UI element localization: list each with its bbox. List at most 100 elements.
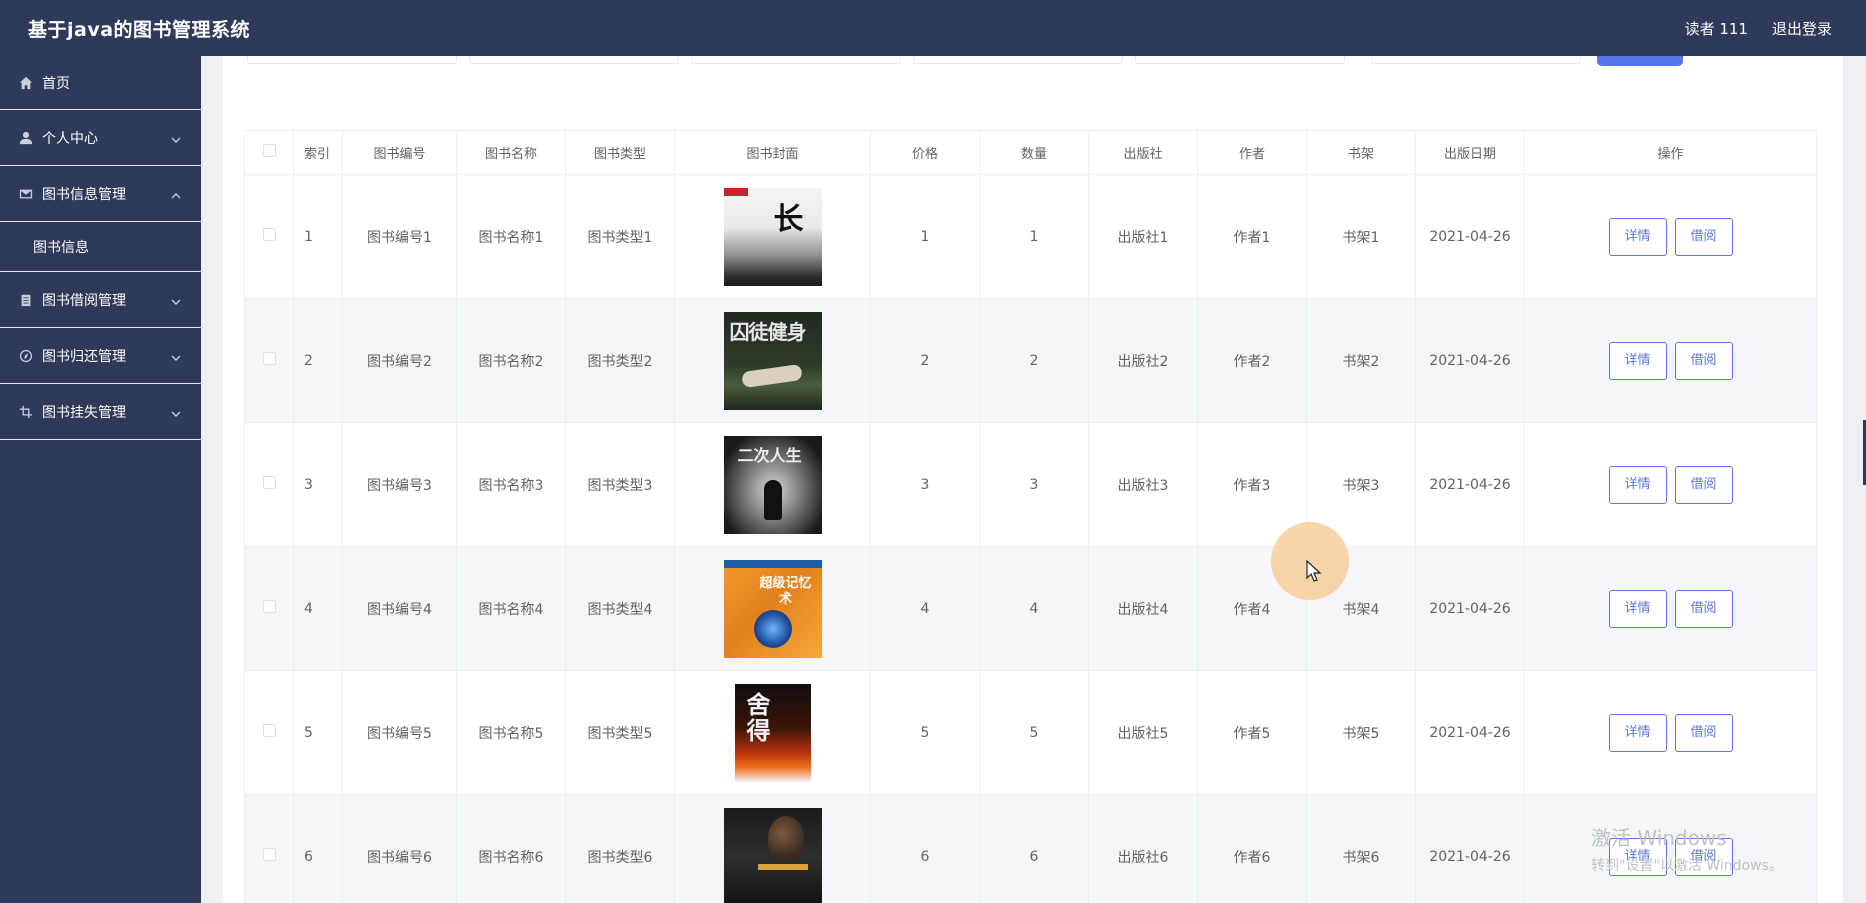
select-all-checkbox[interactable] — [262, 144, 276, 157]
borrow-button[interactable]: 借阅 — [1674, 589, 1733, 628]
cell-publisher: 出版社2 — [1088, 298, 1198, 423]
cell-date: 2021-04-26 — [1415, 174, 1525, 299]
cell-author: 作者1 — [1197, 174, 1307, 299]
chevron-up-icon — [171, 189, 181, 199]
sidebar-item-book-info-management[interactable]: 图书信息管理 — [0, 166, 201, 222]
book-cover-image: 超级记忆术 — [723, 559, 822, 658]
cell-book-code: 图书编号5 — [342, 670, 457, 795]
cell-date: 2021-04-26 — [1415, 298, 1525, 423]
logout-link[interactable]: 退出登录 — [1772, 18, 1832, 39]
cover-title: 舍得 — [746, 689, 771, 745]
borrow-button[interactable]: 借阅 — [1674, 465, 1733, 504]
windows-activation-watermark: 激活 Windows 转到"设置"以激活 Windows。 — [1591, 822, 1783, 875]
mail-icon — [18, 186, 34, 202]
table-row: 4 图书编号4 图书名称4 图书类型4 超级记忆术 4 4 出版社4 作者4 书… — [244, 546, 1817, 671]
row-checkbox[interactable] — [262, 228, 276, 241]
sidebar-item-return-management[interactable]: 图书归还管理 — [0, 328, 201, 384]
watermark-subtitle: 转到"设置"以激活 Windows。 — [1591, 858, 1783, 874]
sidebar-item-label: 个人中心 — [42, 130, 98, 147]
cell-book-name: 图书名称4 — [456, 546, 566, 671]
sidebar-item-label: 首页 — [42, 75, 70, 92]
book-cover-image: 二次人生 — [723, 435, 822, 534]
search-input[interactable] — [469, 56, 679, 64]
detail-button[interactable]: 详情 — [1608, 341, 1667, 380]
search-input[interactable] — [247, 56, 457, 64]
search-input[interactable] — [913, 56, 1123, 64]
cell-book-name: 图书名称5 — [456, 670, 566, 795]
column-header: 索引 — [293, 130, 343, 175]
current-user: 读者 111 — [1684, 19, 1748, 38]
sidebar-item-label: 图书信息 — [33, 239, 89, 256]
cell-cover: 长 — [674, 174, 871, 299]
cell-book-name: 图书名称6 — [456, 794, 566, 903]
borrow-button[interactable]: 借阅 — [1674, 713, 1733, 752]
cell-book-code: 图书编号3 — [342, 422, 457, 547]
cell-quantity: 1 — [979, 174, 1089, 299]
search-input[interactable] — [691, 56, 901, 64]
chevron-down-icon — [171, 295, 181, 305]
cell-quantity: 4 — [979, 546, 1089, 671]
cell-date: 2021-04-26 — [1415, 670, 1525, 795]
book-cover-image: 舍得 — [734, 683, 811, 782]
row-select-cell — [244, 422, 294, 547]
sidebar-subitem-book-info[interactable]: 图书信息 — [0, 222, 201, 272]
sidebar-item-borrow-management[interactable]: 图书借阅管理 — [0, 272, 201, 328]
cell-book-name: 图书名称1 — [456, 174, 566, 299]
sidebar-item-loss-report-management[interactable]: 图书挂失管理 — [0, 384, 201, 440]
borrow-button[interactable]: 借阅 — [1674, 341, 1733, 380]
search-button[interactable] — [1597, 56, 1683, 66]
sidebar-item-home[interactable]: 首页 — [0, 56, 201, 110]
table-row: 1 图书编号1 图书名称1 图书类型1 长 1 1 出版社1 作者1 书架1 2… — [244, 174, 1817, 299]
table-row: 5 图书编号5 图书名称5 图书类型5 舍得 5 5 出版社5 作者5 书架5 … — [244, 670, 1817, 795]
cover-title: 长 — [773, 201, 804, 237]
chevron-down-icon — [171, 407, 181, 417]
cell-actions: 详情 借阅 — [1524, 546, 1817, 671]
row-select-cell — [244, 794, 294, 903]
cell-quantity: 2 — [979, 298, 1089, 423]
cell-actions: 详情 借阅 — [1524, 298, 1817, 423]
sidebar-item-label: 图书归还管理 — [42, 348, 126, 365]
row-checkbox[interactable] — [262, 724, 276, 737]
mouse-cursor-icon — [1306, 560, 1322, 582]
column-header: 操作 — [1524, 130, 1817, 175]
row-checkbox[interactable] — [262, 848, 276, 861]
cell-publisher: 出版社1 — [1088, 174, 1198, 299]
cell-book-code: 图书编号4 — [342, 546, 457, 671]
table-row: 2 图书编号2 图书名称2 图书类型2 囚徒健身 2 2 出版社2 作者2 书架… — [244, 298, 1817, 423]
chevron-down-icon — [171, 351, 181, 361]
cell-index: 6 — [293, 794, 343, 903]
table-header-row: 索引 图书编号 图书名称 图书类型 图书封面 价格 数量 出版社 作者 书架 出… — [244, 130, 1817, 175]
cell-price: 2 — [870, 298, 980, 423]
search-input[interactable] — [1371, 56, 1581, 64]
borrow-button[interactable]: 借阅 — [1674, 217, 1733, 256]
search-bar — [223, 56, 1843, 66]
cell-price: 5 — [870, 670, 980, 795]
sidebar-item-label: 图书信息管理 — [42, 186, 126, 203]
row-select-cell — [244, 298, 294, 423]
cell-book-type: 图书类型3 — [565, 422, 675, 547]
cell-index: 3 — [293, 422, 343, 547]
header-right: 读者 111 退出登录 — [1685, 18, 1832, 39]
row-checkbox[interactable] — [262, 600, 276, 613]
detail-button[interactable]: 详情 — [1608, 465, 1667, 504]
search-input[interactable] — [1135, 56, 1345, 64]
row-select-cell — [244, 546, 294, 671]
column-header: 图书类型 — [565, 130, 675, 175]
cell-index: 1 — [293, 174, 343, 299]
sidebar-item-personal-center[interactable]: 个人中心 — [0, 110, 201, 166]
cell-price: 3 — [870, 422, 980, 547]
detail-button[interactable]: 详情 — [1608, 589, 1667, 628]
home-icon — [18, 75, 34, 91]
row-checkbox[interactable] — [262, 476, 276, 489]
cover-title: 超级记忆术 — [759, 575, 812, 607]
column-header: 书架 — [1306, 130, 1416, 175]
detail-button[interactable]: 详情 — [1608, 217, 1667, 256]
cell-actions: 详情 借阅 — [1524, 174, 1817, 299]
cell-quantity: 6 — [979, 794, 1089, 903]
row-checkbox[interactable] — [262, 352, 276, 365]
cell-book-code: 图书编号1 — [342, 174, 457, 299]
cell-book-name: 图书名称3 — [456, 422, 566, 547]
clipboard-icon — [18, 292, 34, 308]
detail-button[interactable]: 详情 — [1608, 713, 1667, 752]
cell-price: 1 — [870, 174, 980, 299]
